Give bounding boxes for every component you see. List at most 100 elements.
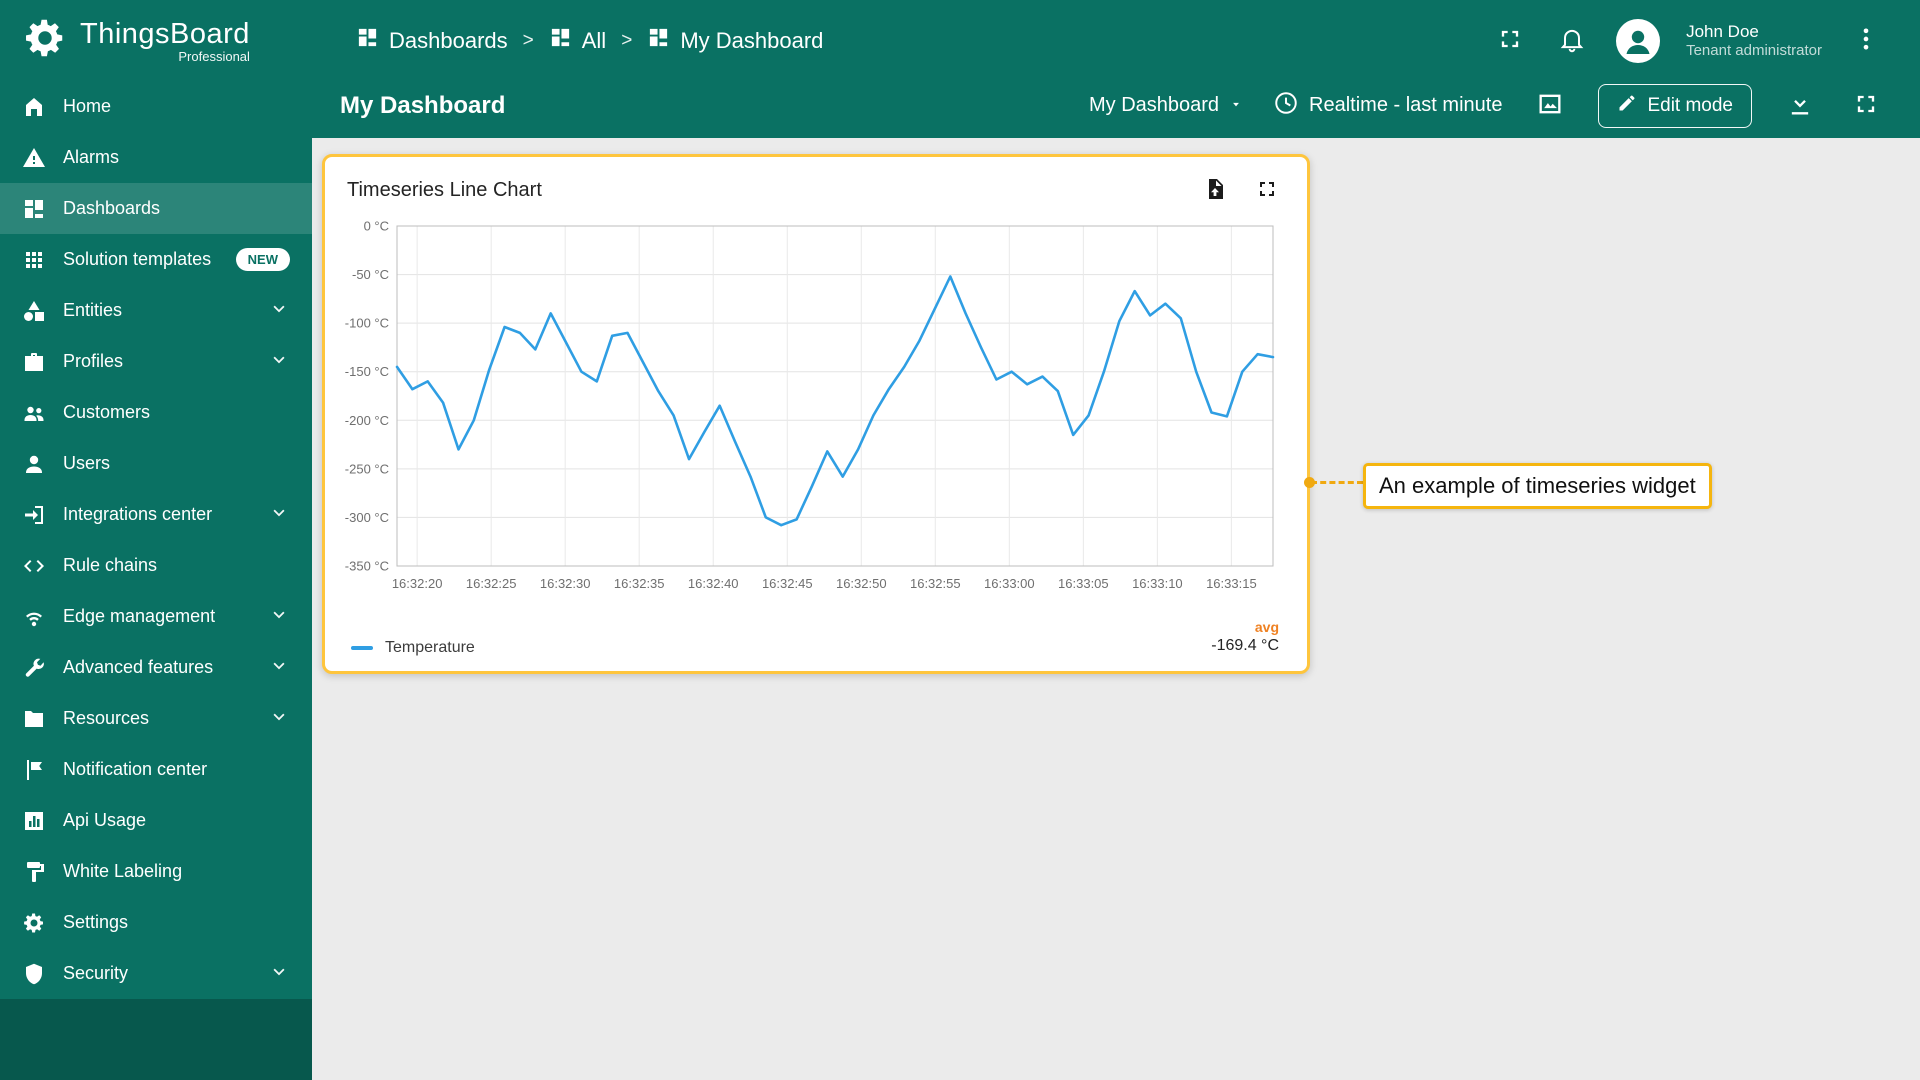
customers-icon: [22, 401, 46, 425]
timeseries-widget-card[interactable]: Timeseries Line Chart 0 °C -50 °C -100 °…: [322, 154, 1310, 674]
sidebar-item-home[interactable]: Home: [0, 81, 312, 132]
security-icon: [22, 962, 46, 986]
chart-area: 0 °C -50 °C -100 °C -150 °C -200 °C -250 °C -3…: [341, 212, 1287, 618]
topbar-actions: John Doe Tenant administrator: [1492, 18, 1884, 63]
profiles-icon: [22, 350, 46, 374]
sidebar-item-security[interactable]: Security: [0, 948, 312, 999]
svg-text:16:32:55: 16:32:55: [910, 576, 961, 591]
dashboards-icon: [549, 26, 572, 55]
download-button[interactable]: [1782, 86, 1818, 125]
time-window-button[interactable]: Realtime - last minute: [1273, 90, 1502, 122]
sidebar-item-entities[interactable]: Entities: [0, 285, 312, 336]
user-name: John Doe: [1686, 21, 1759, 41]
sidebar-item-notification-center[interactable]: Notification center: [0, 744, 312, 795]
settings-icon: [22, 911, 46, 935]
fullscreen-icon: [1255, 177, 1279, 204]
svg-text:16:32:35: 16:32:35: [614, 576, 665, 591]
sidebar-item-profiles[interactable]: Profiles: [0, 336, 312, 387]
main-column: Dashboards > All > My Dashboard John Doe: [312, 0, 1920, 1080]
breadcrumb-item-all[interactable]: All: [549, 26, 606, 55]
breadcrumb-label: Dashboards: [389, 27, 508, 53]
sidebar-item-dashboards[interactable]: Dashboards: [0, 183, 312, 234]
apps-icon: [22, 248, 46, 272]
topbar: Dashboards > All > My Dashboard John Doe: [312, 0, 1920, 81]
annotation-callout: An example of timeseries widget: [1363, 463, 1712, 509]
more-menu-button[interactable]: [1848, 21, 1884, 60]
sidebar-item-label: Customers: [63, 402, 151, 422]
svg-text:16:32:30: 16:32:30: [540, 576, 591, 591]
sidebar-item-label: Advanced features: [63, 657, 214, 677]
sidebar-item-users[interactable]: Users: [0, 438, 312, 489]
dashboards-icon: [22, 197, 46, 221]
avatar[interactable]: [1616, 18, 1661, 63]
background-image-button[interactable]: [1532, 86, 1568, 125]
sidebar-item-solution-templates[interactable]: Solution templates NEW: [0, 234, 312, 285]
bell-icon: [1558, 25, 1586, 56]
sidebar-item-label: Entities: [63, 300, 123, 320]
breadcrumb: Dashboards > All > My Dashboard: [356, 26, 823, 55]
integrations-icon: [22, 503, 46, 527]
white-labeling-icon: [22, 860, 46, 884]
sidebar-item-customers[interactable]: Customers: [0, 387, 312, 438]
notification-icon: [22, 758, 46, 782]
series-color-dash: [351, 646, 373, 650]
edit-mode-button[interactable]: Edit mode: [1598, 83, 1752, 128]
sidebar-item-resources[interactable]: Resources: [0, 693, 312, 744]
breadcrumb-label: My Dashboard: [680, 27, 824, 53]
sidebar-item-label: Notification center: [63, 759, 208, 779]
sidebar-item-label: Api Usage: [63, 810, 147, 830]
legend-item-temperature[interactable]: Temperature: [351, 639, 475, 657]
chevron-down-icon: [268, 603, 290, 630]
user-info: John Doe Tenant administrator: [1686, 21, 1822, 61]
sidebar-item-integrations-center[interactable]: Integrations center: [0, 489, 312, 540]
fullscreen-button[interactable]: [1492, 21, 1528, 60]
rule-chains-icon: [22, 554, 46, 578]
sidebar-item-rule-chains[interactable]: Rule chains: [0, 540, 312, 591]
annotation-connector-line: [1311, 481, 1363, 484]
users-icon: [22, 452, 46, 476]
chevron-down-icon: [268, 654, 290, 681]
breadcrumb-label: All: [581, 27, 607, 53]
sidebar-item-white-labeling[interactable]: White Labeling: [0, 846, 312, 897]
breadcrumb-separator: >: [522, 29, 534, 51]
svg-text:16:32:40: 16:32:40: [688, 576, 739, 591]
svg-text:-50 °C: -50 °C: [352, 267, 389, 282]
chevron-down-icon: [268, 960, 290, 987]
chevron-down-icon: [268, 705, 290, 732]
edge-icon: [22, 605, 46, 629]
svg-text:16:32:25: 16:32:25: [466, 576, 517, 591]
toolbar-actions: My Dashboard Realtime - last minute Edit…: [1089, 83, 1884, 128]
dashboard-fullscreen-button[interactable]: [1848, 86, 1884, 125]
sidebar-item-advanced-features[interactable]: Advanced features: [0, 642, 312, 693]
svg-text:-250 °C: -250 °C: [345, 461, 389, 476]
pencil-icon: [1617, 93, 1637, 119]
breadcrumb-item-dashboards[interactable]: Dashboards: [356, 26, 508, 55]
sidebar-item-label: Users: [63, 453, 111, 473]
dashboard-select-value: My Dashboard: [1088, 94, 1220, 116]
notifications-button[interactable]: [1554, 21, 1590, 60]
sidebar-item-label: Alarms: [63, 147, 120, 167]
sidebar-item-api-usage[interactable]: Api Usage: [0, 795, 312, 846]
thingsboard-gear-icon: [22, 15, 68, 66]
widget-actions: [1199, 173, 1283, 208]
dashboard-select[interactable]: My Dashboard: [1089, 94, 1243, 117]
chevron-down-icon: [268, 501, 290, 528]
dashboard-content: Timeseries Line Chart 0 °C -50 °C -100 °…: [312, 138, 1920, 1080]
export-data-button[interactable]: [1199, 173, 1231, 208]
app-root: ThingsBoard Professional Home Alarms Dashb…: [0, 0, 1920, 1080]
sidebar-item-alarms[interactable]: Alarms: [0, 132, 312, 183]
sidebar-item-label: Profiles: [63, 351, 124, 371]
page-title: My Dashboard: [340, 91, 506, 119]
sidebar-item-settings[interactable]: Settings: [0, 897, 312, 948]
thingsboard-logo[interactable]: ThingsBoard Professional: [0, 0, 312, 81]
kebab-menu-icon: [1852, 25, 1880, 56]
fullscreen-icon: [1496, 25, 1524, 56]
sidebar-item-edge-management[interactable]: Edge management: [0, 591, 312, 642]
sidebar-footer: [0, 999, 312, 1080]
sidebar-item-label: Settings: [63, 912, 129, 932]
sidebar-item-label: Resources: [63, 708, 150, 728]
breadcrumb-item-my-dashboard[interactable]: My Dashboard: [647, 26, 823, 55]
widget-fullscreen-button[interactable]: [1251, 173, 1283, 208]
legend-aggregation: avg -169.4 °C: [1211, 618, 1279, 657]
breadcrumb-separator: >: [621, 29, 633, 51]
